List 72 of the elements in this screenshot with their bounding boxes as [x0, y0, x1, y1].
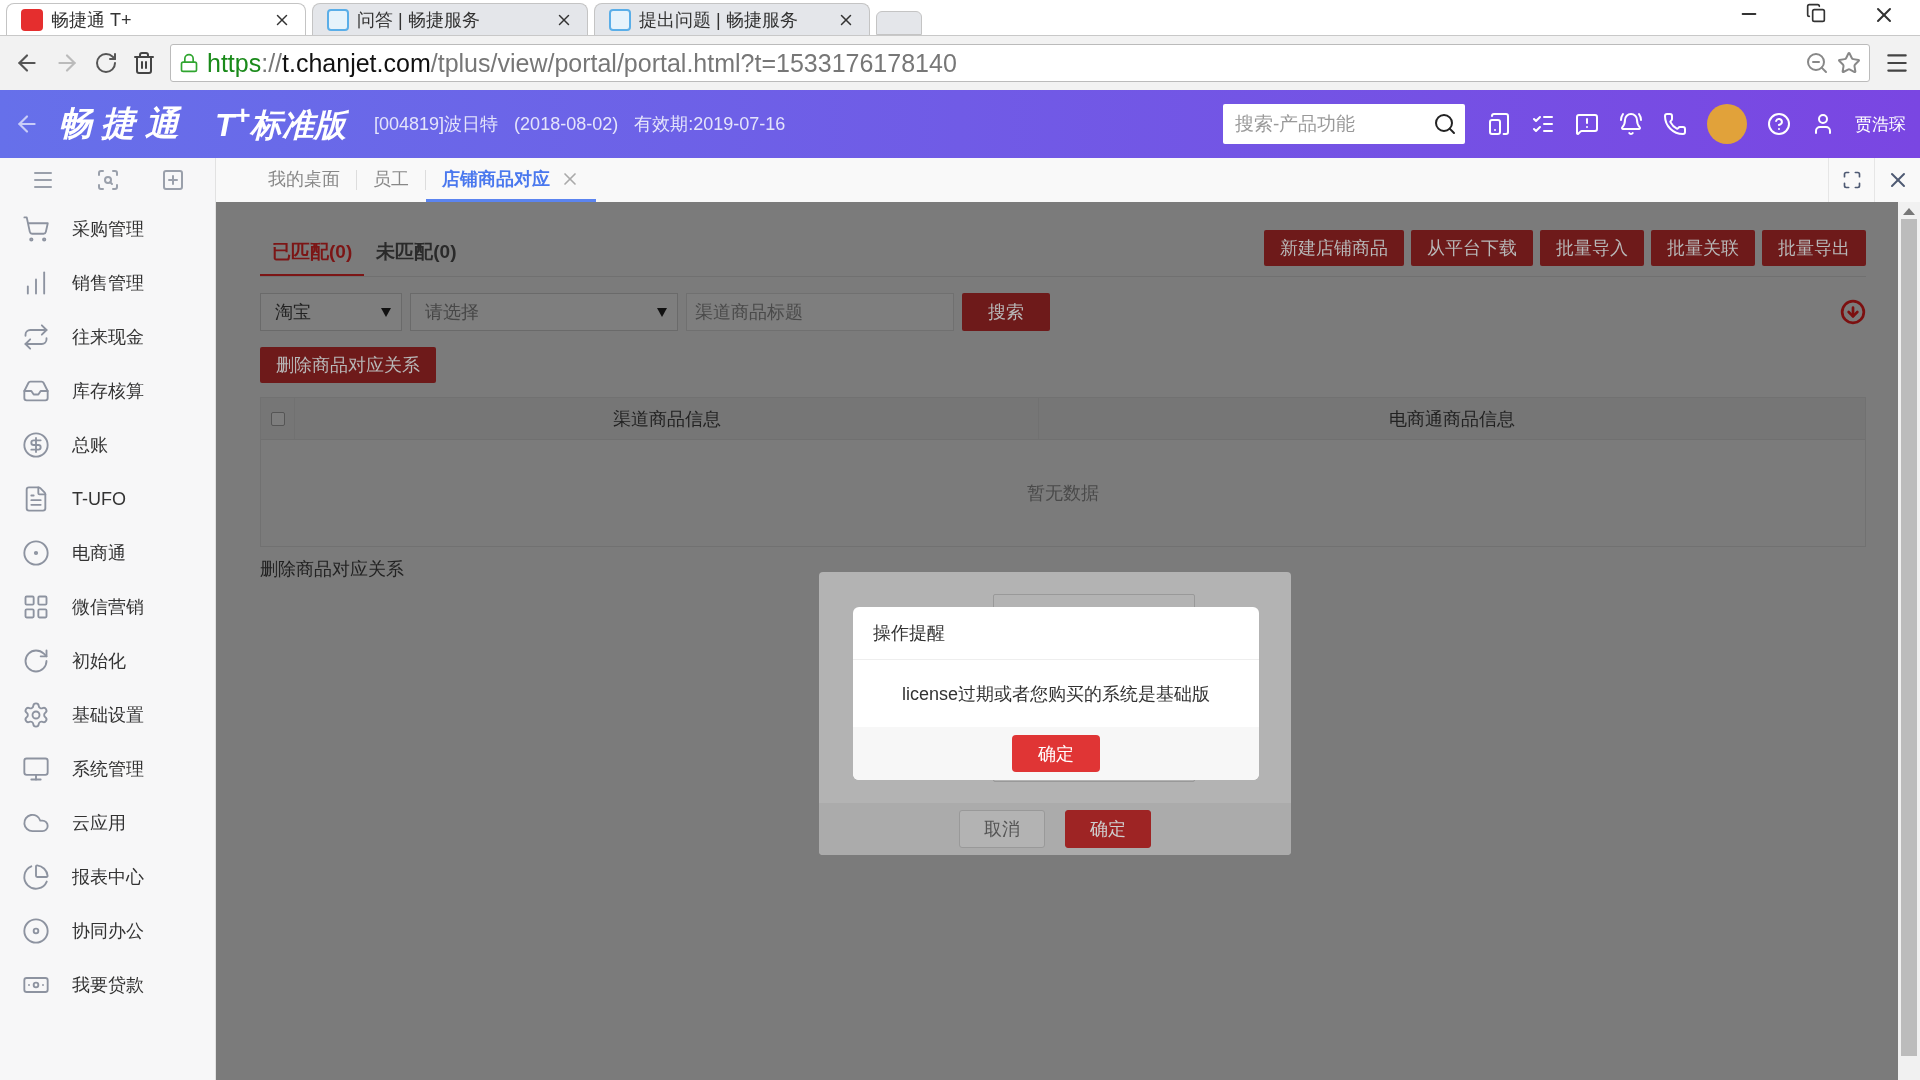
action-button[interactable]: 批量导出 [1762, 230, 1866, 266]
checkbox[interactable] [270, 411, 285, 426]
smile-favicon-icon [327, 8, 349, 31]
sidebar-item[interactable]: 往来现金 [0, 310, 215, 364]
monitor-icon [22, 755, 50, 783]
product-name: T$^{+}$标准版 [214, 100, 347, 145]
browser-tab[interactable]: 畅捷通 T+ [6, 3, 306, 35]
sidebar-item[interactable]: 微信营销 [0, 580, 215, 634]
action-button[interactable]: 从平台下载 [1411, 230, 1533, 266]
restore-icon[interactable] [1806, 2, 1826, 23]
sidebar-item[interactable]: 系统管理 [0, 742, 215, 796]
help-icon[interactable] [1767, 112, 1791, 136]
sidebar-item[interactable]: 协同办公 [0, 904, 215, 958]
disc-icon [22, 917, 50, 945]
delete-button[interactable]: 删除商品对应关系 [260, 347, 436, 383]
address-bar[interactable]: https://t.chanjet.com/tplus/view/portal/portal.html?t=1533176178140 [170, 44, 1870, 82]
sidebar-item[interactable]: T-UFO [0, 472, 215, 526]
dialog-button[interactable]: 取消 [959, 810, 1045, 848]
sidebar-item[interactable]: 库存核算 [0, 364, 215, 418]
scrollbar[interactable] [1898, 202, 1920, 1080]
user-name[interactable]: 贾浩琛 [1855, 112, 1906, 136]
browser-tab[interactable]: 问答 | 畅捷服务 [312, 3, 588, 35]
tablet-icon[interactable] [1487, 112, 1511, 136]
action-button[interactable]: 批量导入 [1540, 230, 1644, 266]
settings-icon [22, 701, 50, 729]
download-icon[interactable] [1840, 299, 1866, 325]
action-button[interactable]: 新建店铺商品 [1264, 230, 1404, 266]
alert-message: license过期或者您购买的系统是基础版 [901, 682, 1211, 706]
circle-icon [22, 539, 50, 567]
sidebar-item[interactable]: 初始化 [0, 634, 215, 688]
sidebar-item[interactable]: 我要贷款 [0, 958, 215, 1012]
reload-icon[interactable] [94, 51, 118, 75]
cart-icon [22, 215, 50, 243]
search-icon[interactable] [1433, 112, 1457, 136]
star-icon[interactable] [1837, 51, 1861, 75]
bell-icon[interactable] [1619, 112, 1643, 136]
pie-chart-icon [22, 863, 50, 891]
sidebar-item[interactable]: 报表中心 [0, 850, 215, 904]
action-button[interactable]: 批量关联 [1651, 230, 1755, 266]
sidebar-item[interactable]: 电商通 [0, 526, 215, 580]
company-text: [004819]波日特 [374, 113, 499, 136]
phone-icon[interactable] [1663, 112, 1687, 136]
fullscreen-icon[interactable] [1841, 170, 1862, 190]
smile-favicon-icon [609, 8, 631, 31]
sidebar-item[interactable]: 总账 [0, 418, 215, 472]
search-button[interactable]: 搜索 [962, 293, 1050, 331]
sidebar-item[interactable]: 销售管理 [0, 256, 215, 310]
rotate-icon [22, 647, 50, 675]
browser-tab[interactable]: 提出问题 | 畅捷服务 [594, 3, 870, 35]
sidebar-item[interactable]: 采购管理 [0, 202, 215, 256]
dialog-button[interactable]: 确定 [1065, 810, 1151, 848]
sidebar-item[interactable]: 云应用 [0, 796, 215, 850]
message-icon[interactable] [1575, 112, 1599, 136]
sidebar-item[interactable]: 基础设置 [0, 688, 215, 742]
url-text: https://t.chanjet.com/tplus/view/portal/portal.html?t=1533176178140 [207, 48, 958, 78]
date-text: (2018-08-02) [514, 113, 619, 135]
page-tab[interactable]: 员工 [357, 158, 425, 202]
grid-icon [22, 593, 50, 621]
platform-select[interactable]: 淘宝 [260, 293, 402, 331]
search-field[interactable]: 搜索-产品功能 [1223, 104, 1465, 144]
trash-icon[interactable] [132, 51, 156, 75]
app-favicon-icon [21, 8, 43, 31]
alert-title: 操作提醒 [853, 607, 1259, 660]
repeat-icon [22, 323, 50, 351]
expiry-text: 有效期:2019-07-16 [634, 113, 786, 136]
footer-text: 删除商品对应关系 [260, 558, 405, 581]
dollar-icon [22, 431, 50, 459]
confirm-button[interactable]: 确定 [1012, 735, 1100, 772]
zoom-icon[interactable] [1805, 51, 1829, 75]
column-header: 电商通商品信息 [1388, 407, 1517, 431]
lock-icon [179, 53, 199, 73]
column-header: 渠道商品信息 [295, 398, 1040, 439]
